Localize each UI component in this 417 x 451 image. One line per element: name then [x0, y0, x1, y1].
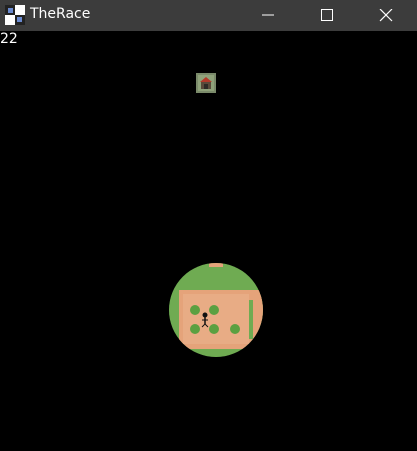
minimize-button[interactable]: [245, 0, 291, 31]
minimize-icon: [262, 14, 274, 16]
title-bar[interactable]: TheRace: [0, 0, 417, 31]
maximize-button[interactable]: [304, 0, 350, 31]
app-icon: [5, 5, 25, 25]
game-canvas[interactable]: 22: [0, 31, 417, 451]
app-window: TheRace 22: [0, 0, 417, 451]
close-button[interactable]: [363, 0, 409, 31]
window-title: TheRace: [30, 6, 91, 22]
score-counter: 22: [0, 31, 18, 47]
maximize-icon: [321, 9, 333, 21]
close-icon: [379, 9, 393, 22]
player-view-circle: [169, 263, 263, 357]
house-icon: [196, 73, 216, 93]
